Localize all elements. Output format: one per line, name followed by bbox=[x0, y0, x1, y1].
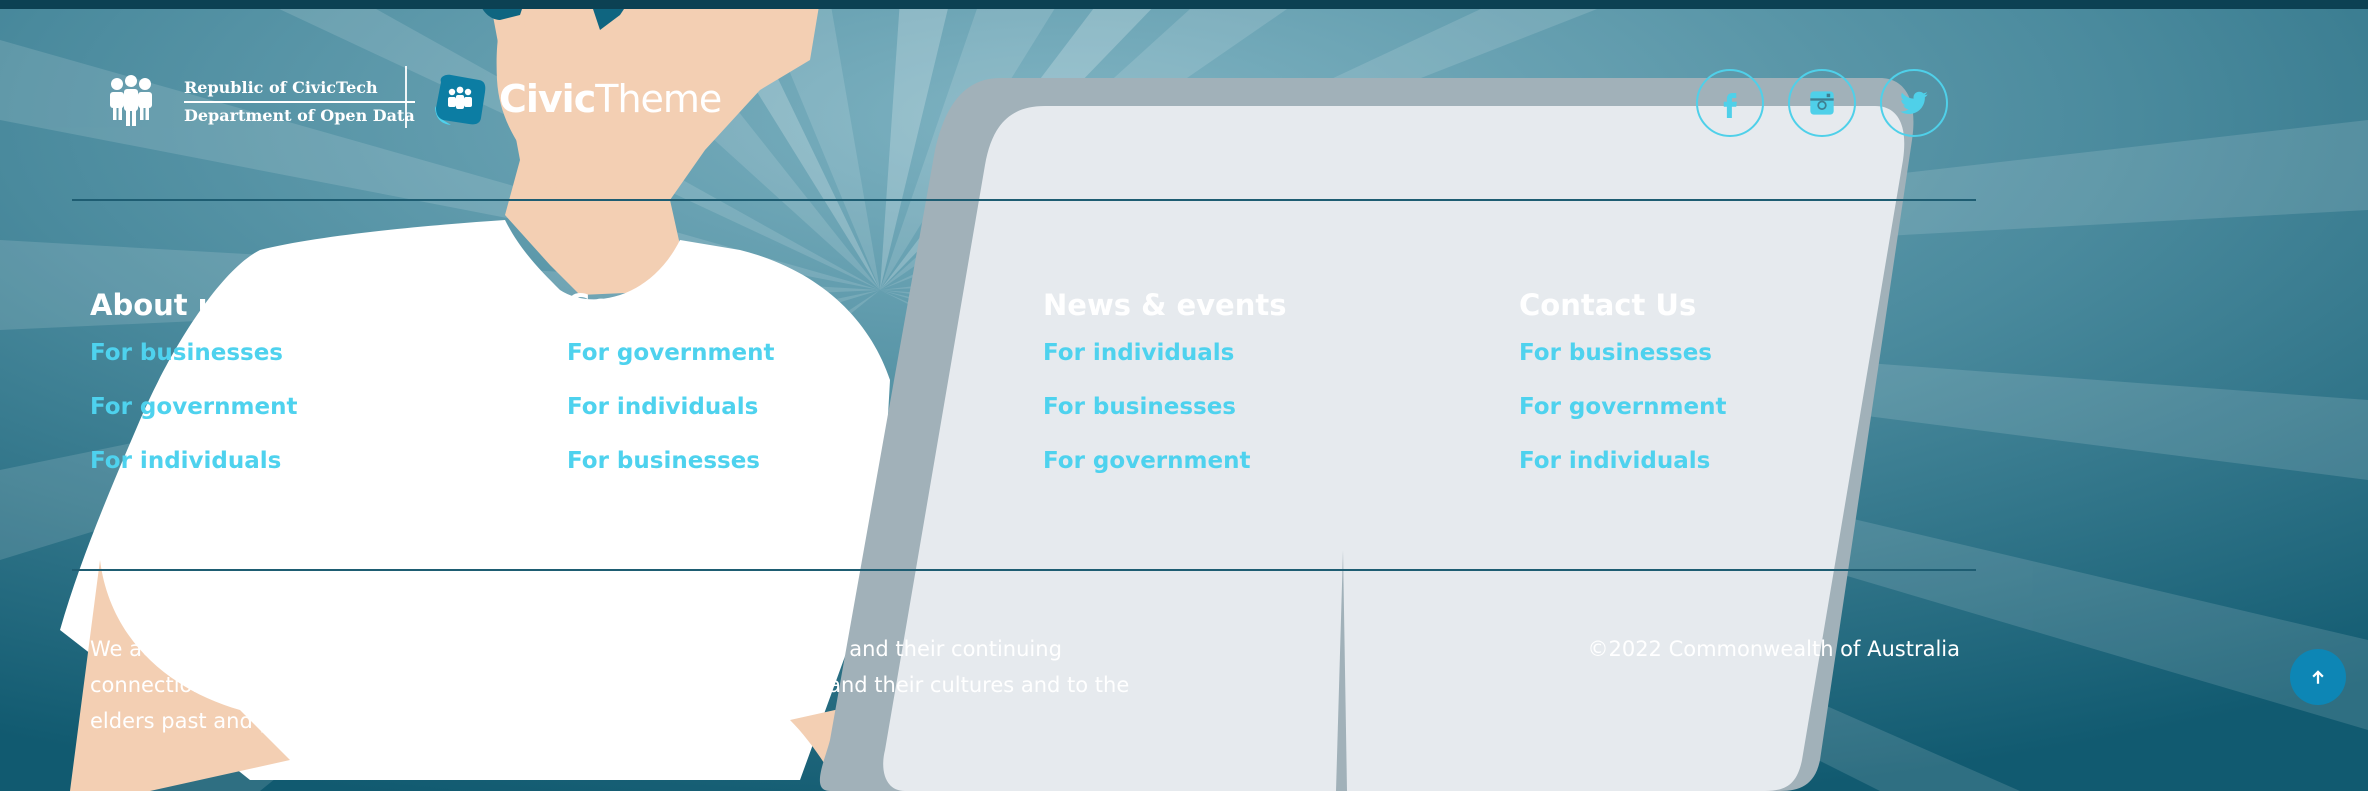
facebook-button[interactable] bbox=[1696, 69, 1764, 137]
brand-divider bbox=[405, 66, 407, 128]
facebook-icon bbox=[1723, 93, 1737, 118]
footer-link[interactable]: For government bbox=[1043, 446, 1463, 476]
column-title: About us bbox=[90, 288, 236, 322]
civictheme-logo[interactable]: CivicTheme bbox=[433, 72, 722, 126]
footer-divider bbox=[72, 569, 1976, 571]
twitter-icon bbox=[1900, 91, 1928, 114]
footer-column-news: News & events For individuals For busine… bbox=[1043, 286, 1463, 500]
footer-link[interactable]: For individuals bbox=[1519, 446, 1939, 476]
twitter-button[interactable] bbox=[1880, 69, 1948, 137]
header-divider bbox=[72, 199, 1976, 201]
acknowledgement-text: We acknowledge the traditional owners of… bbox=[90, 637, 1130, 733]
footer-column-about: About us For businesses For government F… bbox=[90, 286, 510, 500]
column-title: News & events bbox=[1043, 288, 1287, 322]
people-icon bbox=[110, 75, 152, 126]
back-to-top-button[interactable] bbox=[2290, 649, 2346, 705]
civictheme-wordmark: CivicTheme bbox=[499, 77, 722, 121]
top-bar bbox=[0, 0, 2368, 9]
footer-link[interactable]: For government bbox=[1519, 392, 1939, 422]
footer-link[interactable]: For government bbox=[90, 392, 510, 422]
copyright-text: ©2022 Commonwealth of Australia bbox=[1587, 637, 1960, 661]
instagram-button[interactable] bbox=[1788, 69, 1856, 137]
footer-link[interactable]: For individuals bbox=[1043, 338, 1463, 368]
footer-link[interactable]: For businesses bbox=[567, 446, 987, 476]
civictheme-logo-icon bbox=[435, 74, 486, 125]
footer-link[interactable]: For individuals bbox=[567, 392, 987, 422]
gov-name-line2: Department of Open Data bbox=[184, 105, 415, 125]
arrow-up-icon bbox=[2312, 670, 2324, 684]
footer-link[interactable]: For businesses bbox=[1519, 338, 1939, 368]
social-links bbox=[1696, 69, 1948, 137]
column-title: Contact Us bbox=[1519, 288, 1697, 322]
instagram-icon bbox=[1810, 91, 1834, 115]
footer-link[interactable]: For businesses bbox=[1043, 392, 1463, 422]
column-title: General bbox=[567, 288, 695, 322]
footer-link[interactable]: For individuals bbox=[90, 446, 510, 476]
gov-name-line1: Republic of CivicTech bbox=[184, 75, 415, 103]
footer-link[interactable]: For businesses bbox=[90, 338, 510, 368]
footer-column-general: General For government For individuals F… bbox=[567, 286, 987, 500]
footer-link[interactable]: For government bbox=[567, 338, 987, 368]
footer-column-contact: Contact Us For businesses For government… bbox=[1519, 286, 1939, 500]
government-brand[interactable]: Republic of CivicTech Department of Open… bbox=[104, 74, 415, 128]
